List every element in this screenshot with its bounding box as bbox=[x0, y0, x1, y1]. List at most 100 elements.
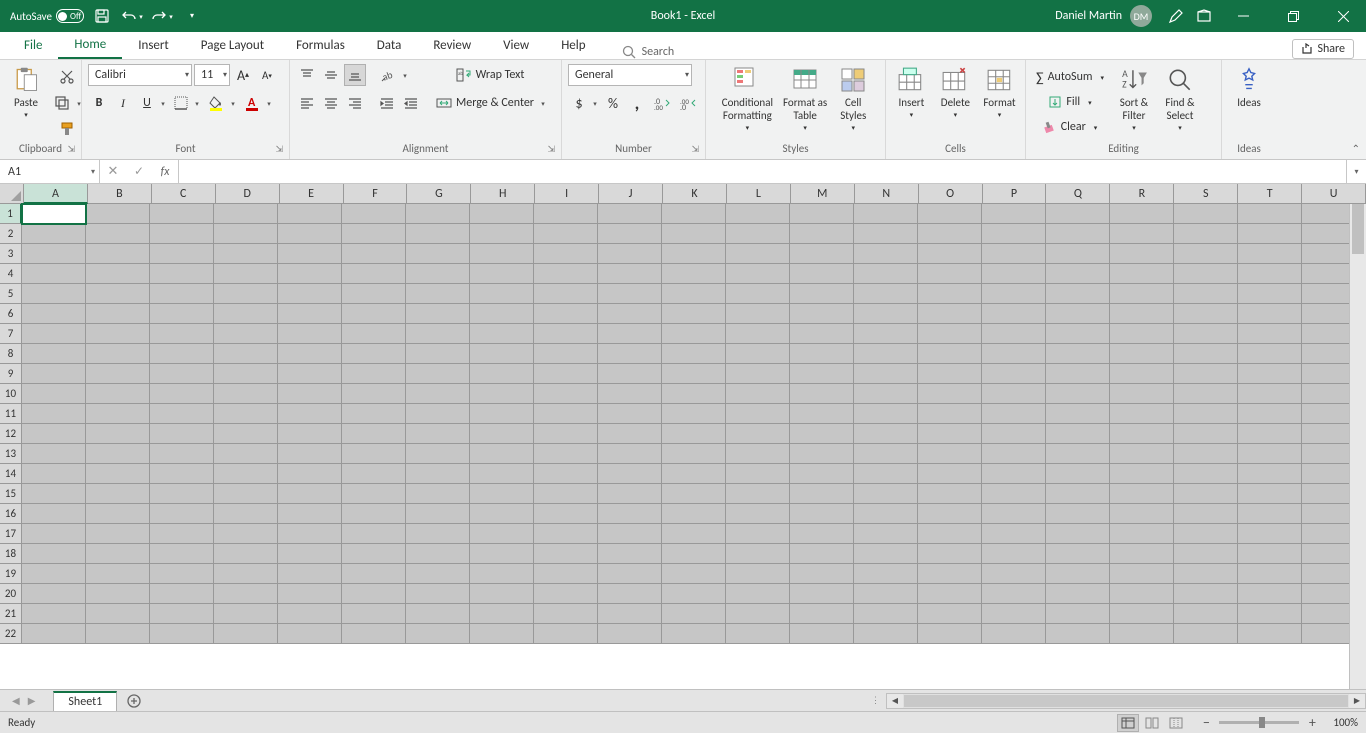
cell[interactable] bbox=[470, 504, 534, 524]
cell[interactable] bbox=[726, 344, 790, 364]
cell[interactable] bbox=[406, 544, 470, 564]
cell[interactable] bbox=[406, 324, 470, 344]
cell[interactable] bbox=[790, 464, 854, 484]
cell[interactable] bbox=[1174, 504, 1238, 524]
cell[interactable] bbox=[150, 424, 214, 444]
cell[interactable] bbox=[470, 584, 534, 604]
cell[interactable] bbox=[982, 204, 1046, 224]
cell[interactable] bbox=[1174, 584, 1238, 604]
merge-center-button[interactable]: Merge & Center bbox=[432, 92, 538, 114]
cell[interactable] bbox=[982, 604, 1046, 624]
redo-icon[interactable]: ▾ bbox=[150, 4, 174, 28]
border-button[interactable] bbox=[170, 92, 192, 114]
cell[interactable] bbox=[790, 624, 854, 644]
cell[interactable] bbox=[342, 324, 406, 344]
cell[interactable] bbox=[470, 544, 534, 564]
cell[interactable] bbox=[982, 324, 1046, 344]
cell[interactable] bbox=[406, 604, 470, 624]
italic-button[interactable]: I bbox=[112, 92, 134, 114]
pen-mode-icon[interactable] bbox=[1164, 4, 1188, 28]
cell[interactable] bbox=[1046, 304, 1110, 324]
row-header[interactable]: 3 bbox=[0, 244, 22, 264]
cell[interactable] bbox=[790, 424, 854, 444]
cell[interactable] bbox=[278, 284, 342, 304]
cell[interactable] bbox=[726, 384, 790, 404]
cell[interactable] bbox=[1238, 364, 1302, 384]
cell[interactable] bbox=[86, 304, 150, 324]
autosum-button[interactable]: ∑AutoSum▾ bbox=[1032, 66, 1108, 88]
cell[interactable] bbox=[918, 624, 982, 644]
hscroll-left[interactable]: ◀ bbox=[887, 694, 903, 708]
cell[interactable] bbox=[726, 304, 790, 324]
cell[interactable] bbox=[150, 524, 214, 544]
cell[interactable] bbox=[470, 624, 534, 644]
cell[interactable] bbox=[406, 344, 470, 364]
cell[interactable] bbox=[342, 204, 406, 224]
cell[interactable] bbox=[22, 444, 86, 464]
cell[interactable] bbox=[22, 624, 86, 644]
cell[interactable] bbox=[342, 464, 406, 484]
cell[interactable] bbox=[22, 464, 86, 484]
tab-home[interactable]: Home bbox=[58, 31, 122, 59]
cell[interactable] bbox=[22, 404, 86, 424]
cell[interactable] bbox=[342, 364, 406, 384]
cell[interactable] bbox=[534, 624, 598, 644]
cell[interactable] bbox=[342, 584, 406, 604]
cell[interactable] bbox=[278, 464, 342, 484]
cell[interactable] bbox=[1174, 544, 1238, 564]
cell[interactable] bbox=[1110, 604, 1174, 624]
cell[interactable] bbox=[406, 424, 470, 444]
cell[interactable] bbox=[470, 604, 534, 624]
cell[interactable] bbox=[1174, 344, 1238, 364]
cell[interactable] bbox=[1174, 524, 1238, 544]
cell[interactable] bbox=[790, 404, 854, 424]
cell[interactable] bbox=[86, 264, 150, 284]
cell[interactable] bbox=[214, 284, 278, 304]
cell[interactable] bbox=[598, 464, 662, 484]
hscroll-right[interactable]: ▶ bbox=[1349, 694, 1365, 708]
customize-qat-icon[interactable]: ▾ bbox=[180, 4, 204, 28]
cell[interactable] bbox=[86, 604, 150, 624]
cell[interactable] bbox=[534, 224, 598, 244]
cell[interactable] bbox=[342, 564, 406, 584]
cell[interactable] bbox=[86, 404, 150, 424]
cell[interactable] bbox=[726, 324, 790, 344]
cell[interactable] bbox=[470, 224, 534, 244]
cell[interactable] bbox=[342, 624, 406, 644]
ideas-button[interactable]: Ideas bbox=[1229, 64, 1269, 111]
cell[interactable] bbox=[214, 464, 278, 484]
cell[interactable] bbox=[214, 364, 278, 384]
cell[interactable] bbox=[278, 304, 342, 324]
column-header[interactable]: R bbox=[1110, 184, 1174, 204]
cell[interactable] bbox=[1046, 264, 1110, 284]
cell[interactable] bbox=[1046, 564, 1110, 584]
cell[interactable] bbox=[214, 624, 278, 644]
cell[interactable] bbox=[86, 344, 150, 364]
align-center-button[interactable] bbox=[320, 92, 342, 114]
cell[interactable] bbox=[1110, 224, 1174, 244]
insert-cells-button[interactable]: Insert▾ bbox=[891, 64, 931, 122]
cell[interactable] bbox=[662, 464, 726, 484]
column-header[interactable]: A bbox=[24, 184, 88, 204]
cell[interactable] bbox=[1110, 364, 1174, 384]
cell[interactable] bbox=[1174, 304, 1238, 324]
underline-dropdown[interactable]: ▾ bbox=[158, 92, 168, 114]
cell[interactable] bbox=[854, 364, 918, 384]
cell[interactable] bbox=[214, 484, 278, 504]
cell[interactable] bbox=[1046, 544, 1110, 564]
wrap-text-button[interactable]: ab Wrap Text bbox=[432, 64, 548, 86]
cell[interactable] bbox=[918, 404, 982, 424]
cell[interactable] bbox=[1046, 204, 1110, 224]
cell[interactable] bbox=[342, 264, 406, 284]
cell[interactable] bbox=[982, 564, 1046, 584]
column-header[interactable]: J bbox=[599, 184, 663, 204]
cell[interactable] bbox=[22, 284, 86, 304]
cell[interactable] bbox=[1238, 324, 1302, 344]
cell[interactable] bbox=[1238, 484, 1302, 504]
sheet-nav-next[interactable]: ▶ bbox=[28, 694, 36, 707]
cell[interactable] bbox=[534, 564, 598, 584]
cell[interactable] bbox=[1238, 224, 1302, 244]
cell[interactable] bbox=[406, 464, 470, 484]
cell[interactable] bbox=[1046, 384, 1110, 404]
cell[interactable] bbox=[918, 464, 982, 484]
